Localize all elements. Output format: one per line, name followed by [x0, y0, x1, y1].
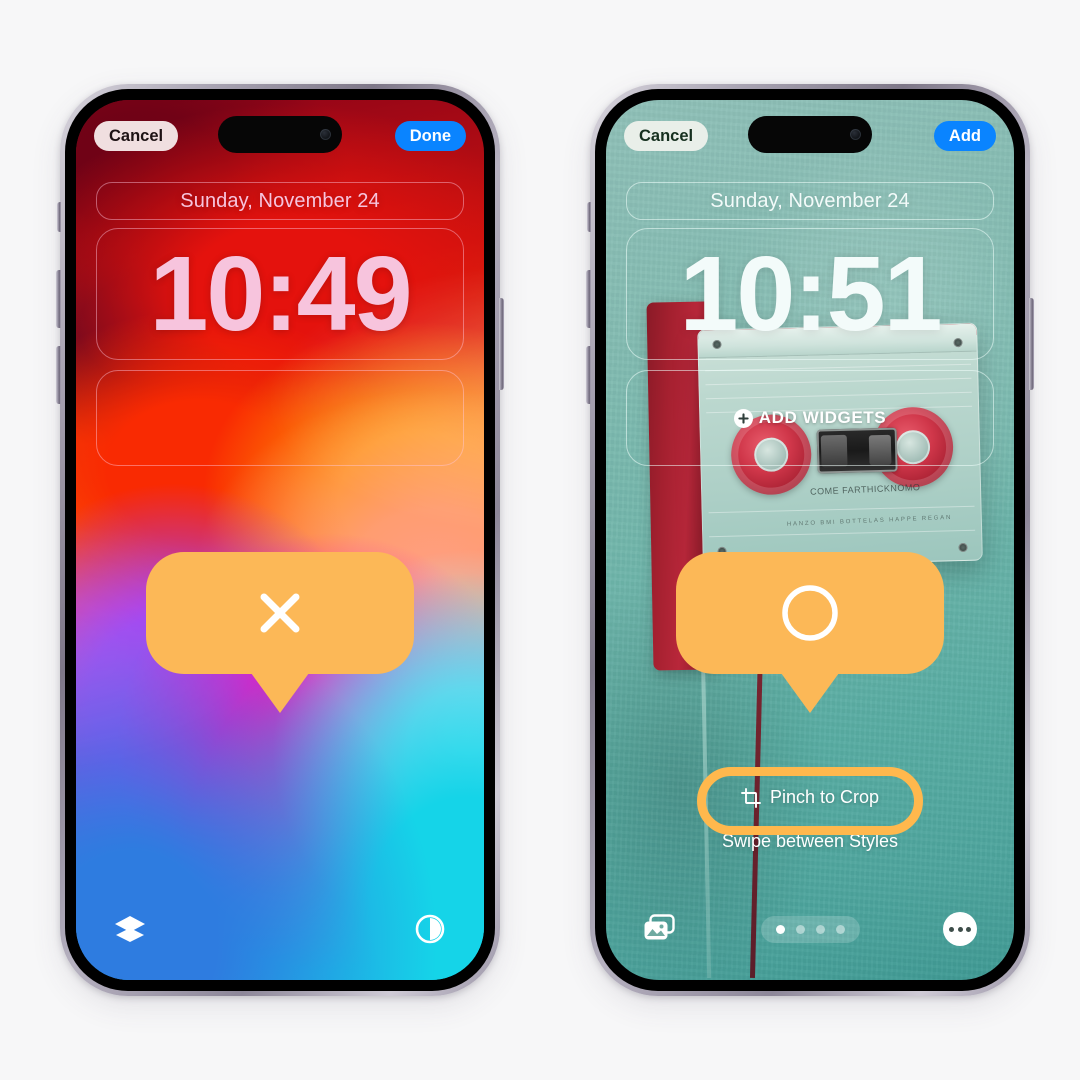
- style-page-indicator[interactable]: [760, 915, 860, 943]
- done-button[interactable]: Done: [394, 120, 466, 152]
- close-x-icon: [260, 593, 300, 633]
- cancel-button[interactable]: Cancel: [94, 120, 179, 152]
- photos-stack-icon: [644, 914, 675, 940]
- phone-right: COME FARTHICKNOMO HANZO BMI BOTTELAS HAP…: [586, 84, 1034, 996]
- date-text: Sunday, November 24: [180, 189, 380, 212]
- phone-bezel-right: COME FARTHICKNOMO HANZO BMI BOTTELAS HAP…: [595, 89, 1025, 991]
- screen-right: COME FARTHICKNOMO HANZO BMI BOTTELAS HAP…: [606, 100, 1014, 980]
- editor-bottombar-left: [76, 904, 484, 954]
- crop-icon: [741, 787, 761, 808]
- pinch-to-crop-button[interactable]: Pinch to Crop: [719, 778, 901, 817]
- date-field[interactable]: Sunday, November 24: [626, 182, 994, 220]
- circle-outline-icon: [782, 585, 838, 641]
- volume-down-button[interactable]: [586, 346, 591, 404]
- volume-up-button[interactable]: [56, 270, 61, 328]
- page-dot-active: [775, 924, 785, 934]
- editor-topbar-left: Cancel Done: [76, 118, 484, 154]
- editor-bottombar-right: [606, 904, 1014, 954]
- widget-field[interactable]: [96, 370, 464, 466]
- clock-text: 10:51: [679, 235, 942, 353]
- mute-switch[interactable]: [587, 202, 591, 232]
- swipe-between-styles-label: Swipe between Styles: [721, 831, 899, 851]
- power-button[interactable]: [1029, 298, 1034, 390]
- screen-left: Cancel Done Sunday, November 24 10:49: [76, 100, 484, 980]
- layers-button[interactable]: [110, 909, 150, 949]
- callout-bubble-close: [146, 552, 414, 674]
- crop-controls: Pinch to Crop Swipe between Styles: [606, 767, 1014, 852]
- editor-topbar-right: Cancel Add: [606, 118, 1014, 154]
- date-field[interactable]: Sunday, November 24: [96, 182, 464, 220]
- more-options-button[interactable]: [940, 909, 980, 949]
- page-dot: [835, 924, 845, 934]
- add-widgets-label: ADD WIDGETS: [758, 408, 887, 427]
- add-widgets-control[interactable]: ADD WIDGETS: [733, 408, 887, 428]
- phone-bezel-left: Cancel Done Sunday, November 24 10:49: [65, 89, 495, 991]
- plus-circle-icon: [733, 408, 753, 428]
- cancel-button[interactable]: Cancel: [624, 120, 709, 152]
- lockscreen-content-left: Sunday, November 24 10:49: [76, 100, 484, 980]
- photos-picker-button[interactable]: [640, 909, 680, 949]
- clock-text: 10:49: [149, 235, 412, 353]
- power-button[interactable]: [499, 298, 504, 390]
- date-text: Sunday, November 24: [710, 189, 910, 212]
- more-ellipsis-icon: [943, 912, 977, 946]
- screenshot-canvas: Cancel Done Sunday, November 24 10:49 CO…: [0, 0, 1080, 1080]
- pinch-to-crop-label: Pinch to Crop: [769, 787, 880, 807]
- volume-down-button[interactable]: [56, 346, 61, 404]
- mute-switch[interactable]: [57, 202, 61, 232]
- depth-contrast-icon: [415, 914, 445, 944]
- clock-field[interactable]: 10:51: [626, 228, 994, 360]
- callout-bubble-circle: [676, 552, 944, 674]
- layers-icon: [115, 916, 145, 942]
- add-widgets-field[interactable]: ADD WIDGETS: [626, 370, 994, 466]
- add-button[interactable]: Add: [933, 120, 996, 152]
- page-dot: [815, 924, 825, 934]
- depth-effect-button[interactable]: [410, 909, 450, 949]
- volume-up-button[interactable]: [586, 270, 591, 328]
- clock-field[interactable]: 10:49: [96, 228, 464, 360]
- page-dot: [795, 924, 805, 934]
- phone-left: Cancel Done Sunday, November 24 10:49: [56, 84, 504, 996]
